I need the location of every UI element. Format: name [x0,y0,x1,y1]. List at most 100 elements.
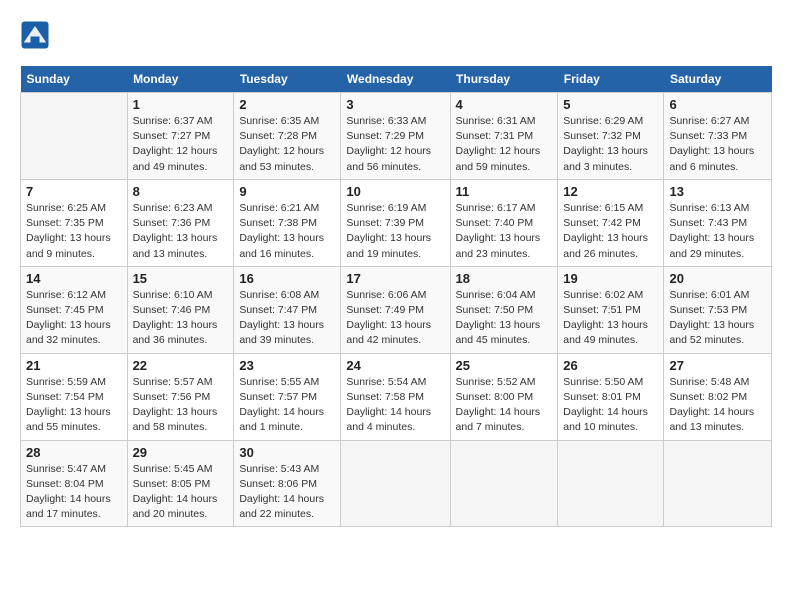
calendar-cell: 14 Sunrise: 6:12 AM Sunset: 7:45 PM Dayli… [21,266,128,353]
day-info: Sunrise: 6:21 AM Sunset: 7:38 PM Dayligh… [239,201,335,262]
day-number: 3 [346,97,444,112]
day-info: Sunrise: 6:13 AM Sunset: 7:43 PM Dayligh… [669,201,766,262]
day-number: 13 [669,184,766,199]
day-info: Sunrise: 6:06 AM Sunset: 7:49 PM Dayligh… [346,288,444,349]
calendar-cell [450,440,558,527]
weekday-header-monday: Monday [127,66,234,93]
weekday-header-sunday: Sunday [21,66,128,93]
day-number: 10 [346,184,444,199]
day-info: Sunrise: 5:54 AM Sunset: 7:58 PM Dayligh… [346,375,444,436]
day-info: Sunrise: 6:33 AM Sunset: 7:29 PM Dayligh… [346,114,444,175]
day-number: 6 [669,97,766,112]
calendar-cell: 21 Sunrise: 5:59 AM Sunset: 7:54 PM Dayli… [21,353,128,440]
day-info: Sunrise: 5:55 AM Sunset: 7:57 PM Dayligh… [239,375,335,436]
day-info: Sunrise: 5:57 AM Sunset: 7:56 PM Dayligh… [133,375,229,436]
day-number: 24 [346,358,444,373]
day-number: 30 [239,445,335,460]
calendar-cell: 11Sunrise: 6:17 AM Sunset: 7:40 PM Dayli… [450,179,558,266]
day-number: 12 [563,184,658,199]
calendar-cell: 3 Sunrise: 6:33 AM Sunset: 7:29 PM Daylig… [341,93,450,180]
day-info: Sunrise: 6:01 AM Sunset: 7:53 PM Dayligh… [669,288,766,349]
day-info: Sunrise: 5:59 AM Sunset: 7:54 PM Dayligh… [26,375,122,436]
calendar-cell: 20 Sunrise: 6:01 AM Sunset: 7:53 PM Dayli… [664,266,772,353]
day-number: 4 [456,97,553,112]
day-info: Sunrise: 6:15 AM Sunset: 7:42 PM Dayligh… [563,201,658,262]
day-info: Sunrise: 6:35 AM Sunset: 7:28 PM Dayligh… [239,114,335,175]
calendar-cell: 23 Sunrise: 5:55 AM Sunset: 7:57 PM Dayli… [234,353,341,440]
calendar-cell: 25 Sunrise: 5:52 AM Sunset: 8:00 PM Dayli… [450,353,558,440]
day-info: Sunrise: 5:52 AM Sunset: 8:00 PM Dayligh… [456,375,553,436]
calendar-cell: 7 Sunrise: 6:25 AM Sunset: 7:35 PM Daylig… [21,179,128,266]
week-row-2: 7 Sunrise: 6:25 AM Sunset: 7:35 PM Daylig… [21,179,772,266]
day-info: Sunrise: 6:29 AM Sunset: 7:32 PM Dayligh… [563,114,658,175]
calendar-cell: 15 Sunrise: 6:10 AM Sunset: 7:46 PM Dayli… [127,266,234,353]
day-number: 17 [346,271,444,286]
day-info: Sunrise: 6:37 AM Sunset: 7:27 PM Dayligh… [133,114,229,175]
day-number: 7 [26,184,122,199]
calendar-cell: 4 Sunrise: 6:31 AM Sunset: 7:31 PM Daylig… [450,93,558,180]
calendar-cell: 18Sunrise: 6:04 AM Sunset: 7:50 PM Dayli… [450,266,558,353]
calendar-cell: 2 Sunrise: 6:35 AM Sunset: 7:28 PM Daylig… [234,93,341,180]
day-number: 22 [133,358,229,373]
day-number: 1 [133,97,229,112]
day-info: Sunrise: 6:12 AM Sunset: 7:45 PM Dayligh… [26,288,122,349]
logo [20,20,54,50]
day-number: 23 [239,358,335,373]
day-info: Sunrise: 5:45 AM Sunset: 8:05 PM Dayligh… [133,462,229,523]
calendar-cell: 10 Sunrise: 6:19 AM Sunset: 7:39 PM Dayli… [341,179,450,266]
day-info: Sunrise: 5:47 AM Sunset: 8:04 PM Dayligh… [26,462,122,523]
week-row-1: 1 Sunrise: 6:37 AM Sunset: 7:27 PM Daylig… [21,93,772,180]
calendar-cell: 5 Sunrise: 6:29 AM Sunset: 7:32 PM Daylig… [558,93,664,180]
calendar-cell: 9 Sunrise: 6:21 AM Sunset: 7:38 PM Daylig… [234,179,341,266]
calendar-cell [21,93,128,180]
day-number: 15 [133,271,229,286]
day-info: Sunrise: 6:23 AM Sunset: 7:36 PM Dayligh… [133,201,229,262]
calendar-cell: 13 Sunrise: 6:13 AM Sunset: 7:43 PM Dayli… [664,179,772,266]
day-info: Sunrise: 6:27 AM Sunset: 7:33 PM Dayligh… [669,114,766,175]
day-info: Sunrise: 5:50 AM Sunset: 8:01 PM Dayligh… [563,375,658,436]
weekday-header-wednesday: Wednesday [341,66,450,93]
week-row-5: 28 Sunrise: 5:47 AM Sunset: 8:04 PM Dayli… [21,440,772,527]
week-row-3: 14 Sunrise: 6:12 AM Sunset: 7:45 PM Dayli… [21,266,772,353]
calendar-cell: 6 Sunrise: 6:27 AM Sunset: 7:33 PM Daylig… [664,93,772,180]
day-info: Sunrise: 6:25 AM Sunset: 7:35 PM Dayligh… [26,201,122,262]
day-number: 19 [563,271,658,286]
weekday-header-friday: Friday [558,66,664,93]
day-number: 28 [26,445,122,460]
day-number: 2 [239,97,335,112]
calendar-cell: 27 Sunrise: 5:48 AM Sunset: 8:02 PM Dayli… [664,353,772,440]
day-info: Sunrise: 6:17 AM Sunset: 7:40 PM Dayligh… [456,201,553,262]
day-number: 26 [563,358,658,373]
day-number: 21 [26,358,122,373]
day-info: Sunrise: 5:48 AM Sunset: 8:02 PM Dayligh… [669,375,766,436]
day-number: 27 [669,358,766,373]
day-number: 16 [239,271,335,286]
day-number: 29 [133,445,229,460]
logo-icon [20,20,50,50]
weekday-header-row: SundayMondayTuesdayWednesdayThursdayFrid… [21,66,772,93]
calendar-cell: 24 Sunrise: 5:54 AM Sunset: 7:58 PM Dayli… [341,353,450,440]
calendar-cell: 8Sunrise: 6:23 AM Sunset: 7:36 PM Daylig… [127,179,234,266]
page-header [20,20,772,50]
calendar-cell: 26 Sunrise: 5:50 AM Sunset: 8:01 PM Dayli… [558,353,664,440]
day-number: 5 [563,97,658,112]
calendar-cell: 29 Sunrise: 5:45 AM Sunset: 8:05 PM Dayli… [127,440,234,527]
day-number: 20 [669,271,766,286]
day-number: 9 [239,184,335,199]
day-number: 25 [456,358,553,373]
calendar-cell: 1 Sunrise: 6:37 AM Sunset: 7:27 PM Daylig… [127,93,234,180]
day-info: Sunrise: 6:10 AM Sunset: 7:46 PM Dayligh… [133,288,229,349]
calendar-cell: 30 Sunrise: 5:43 AM Sunset: 8:06 PM Dayli… [234,440,341,527]
calendar-cell [664,440,772,527]
day-info: Sunrise: 6:19 AM Sunset: 7:39 PM Dayligh… [346,201,444,262]
calendar-cell: 19Sunrise: 6:02 AM Sunset: 7:51 PM Dayli… [558,266,664,353]
day-number: 14 [26,271,122,286]
day-info: Sunrise: 6:31 AM Sunset: 7:31 PM Dayligh… [456,114,553,175]
calendar-cell: 17 Sunrise: 6:06 AM Sunset: 7:49 PM Dayli… [341,266,450,353]
day-info: Sunrise: 6:08 AM Sunset: 7:47 PM Dayligh… [239,288,335,349]
calendar-cell: 28 Sunrise: 5:47 AM Sunset: 8:04 PM Dayli… [21,440,128,527]
calendar-cell [558,440,664,527]
calendar-cell [341,440,450,527]
day-info: Sunrise: 5:43 AM Sunset: 8:06 PM Dayligh… [239,462,335,523]
calendar-cell: 22 Sunrise: 5:57 AM Sunset: 7:56 PM Dayli… [127,353,234,440]
